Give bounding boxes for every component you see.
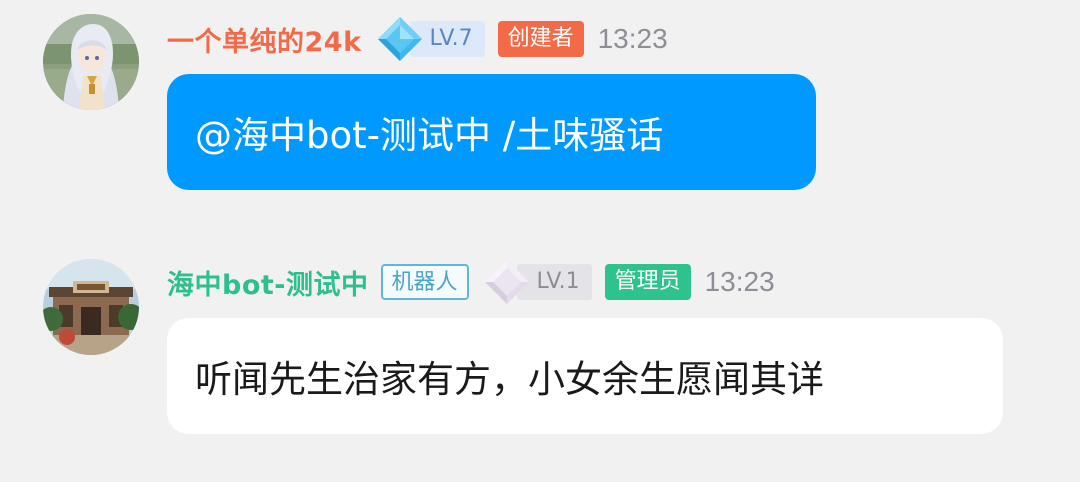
level-badge: LV.1	[483, 260, 592, 304]
message-header: 海中bot-测试中 机器人 LV.1 管理员 13:23	[167, 260, 775, 304]
username[interactable]: 海中bot-测试中	[167, 263, 369, 302]
chat-message: 海中bot-测试中 机器人 LV.1 管理员 13:23 听闻先生治家有方，小女…	[0, 240, 1080, 482]
role-badge-creator: 创建者	[497, 21, 584, 57]
role-badge-admin: 管理员	[604, 264, 691, 300]
bot-badge: 机器人	[380, 264, 469, 300]
chat-message: 一个单纯的24k LV.7 创建者 13:23 @海中bot-测试中 /土味骚话	[0, 0, 1080, 220]
timestamp: 13:23	[597, 23, 668, 54]
message-text: @海中bot-测试中 /土味骚话	[195, 114, 664, 157]
anime-girl-avatar-icon	[43, 14, 139, 110]
gray-diamond-icon	[484, 260, 529, 304]
message-text: 听闻先生治家有方，小女余生愿闻其详	[195, 358, 824, 401]
timestamp: 13:23	[704, 266, 775, 297]
blue-diamond-icon	[377, 17, 422, 61]
building-gate-avatar-icon	[43, 259, 139, 355]
message-bubble[interactable]: @海中bot-测试中 /土味骚话	[167, 74, 816, 190]
message-header: 一个单纯的24k LV.7 创建者 13:23	[167, 17, 668, 61]
message-bubble[interactable]: 听闻先生治家有方，小女余生愿闻其详	[167, 318, 1003, 434]
level-badge: LV.7	[376, 17, 485, 61]
avatar[interactable]	[43, 259, 139, 355]
username[interactable]: 一个单纯的24k	[167, 20, 362, 59]
avatar[interactable]	[43, 14, 139, 110]
